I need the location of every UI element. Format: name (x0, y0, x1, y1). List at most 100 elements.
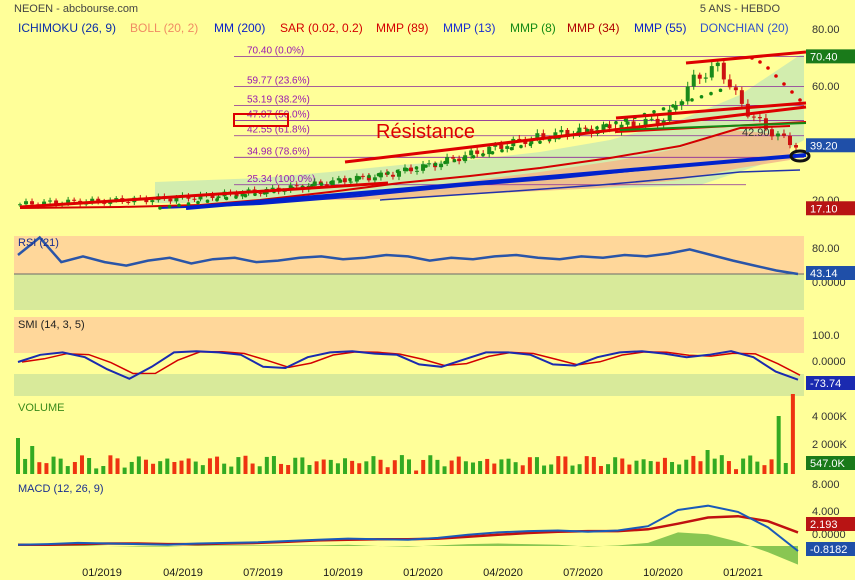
sar-dot (490, 151, 495, 155)
sar-dot (595, 126, 599, 130)
price-value-label: 39.20 (810, 140, 838, 152)
legend-item: MMP (34) (567, 21, 619, 35)
volume-bar (549, 464, 554, 474)
candle-body (342, 178, 347, 183)
x-axis-label: 10/2020 (643, 567, 683, 579)
candle-body (559, 129, 564, 133)
volume-bar (378, 459, 383, 474)
candle-body (781, 133, 786, 136)
volume-bar (442, 466, 447, 474)
sar-dot (758, 60, 762, 64)
volume-bar (534, 457, 539, 474)
volume-bar (179, 460, 184, 474)
volume-bar (726, 461, 731, 474)
volume-bar (620, 458, 625, 474)
volume-bar (613, 457, 618, 474)
volume-bar (264, 456, 269, 474)
sar-dot (177, 203, 181, 208)
sar-dot (243, 193, 248, 198)
rsi-tick-80: 80.00 (812, 243, 840, 255)
volume-bar (414, 470, 419, 474)
legend-item: MMP (8) (510, 21, 556, 35)
volume-bar (250, 463, 255, 474)
candle-body (372, 177, 377, 181)
volume-bar (499, 459, 504, 474)
volume-bar (165, 458, 170, 474)
volume-bar (563, 456, 568, 474)
price-tick-label: 60.00 (812, 81, 840, 93)
sar-dot (158, 206, 162, 210)
volume-bar (300, 457, 305, 474)
sar-dot (671, 104, 675, 108)
volume-bar (705, 450, 710, 474)
candle-body (168, 198, 173, 202)
volume-bar (222, 463, 227, 474)
volume-bar (229, 466, 234, 474)
candle-body (739, 90, 744, 104)
volume-bar (243, 455, 248, 474)
period-label: 5 ANS - HEBDO (700, 3, 781, 15)
candle-body (649, 118, 654, 120)
volume-bar (193, 461, 198, 474)
volume-bar (769, 459, 774, 474)
sar-dot (614, 120, 618, 125)
sar-dot (196, 200, 200, 205)
volume-bar (37, 462, 42, 474)
macd-signal-value: 2.193 (810, 519, 838, 531)
candle-body (751, 116, 756, 118)
x-axis-label: 01/2021 (723, 567, 763, 579)
candle-body (499, 144, 504, 149)
volume-bar (527, 457, 532, 474)
volume-bar (136, 456, 141, 474)
volume-bar (684, 459, 689, 474)
candle-body (348, 181, 353, 183)
candle-body (48, 200, 53, 202)
sar-dot (414, 166, 419, 170)
volume-bar (279, 463, 284, 474)
sar-dot (205, 199, 210, 204)
x-axis-label: 10/2019 (323, 567, 363, 579)
volume-bar (783, 462, 788, 474)
sar-dot (782, 82, 786, 86)
candle-body (691, 74, 696, 87)
sar-dot (348, 177, 352, 182)
volume-bar (293, 457, 298, 474)
candle-body (625, 121, 630, 125)
candle-body (685, 86, 690, 102)
volume-bar (677, 464, 682, 474)
sar-dot (652, 109, 656, 114)
price-value-label: 17.10 (810, 203, 838, 215)
volume-bar (364, 461, 369, 474)
legend-item: ICHIMOKU (26, 9) (18, 21, 116, 35)
candle-body (775, 133, 780, 137)
volume-bar (542, 465, 547, 474)
sar-dot (519, 144, 523, 149)
candle-body (24, 201, 29, 205)
volume-bar (520, 465, 525, 474)
volume-bar (655, 461, 660, 474)
stock-chart: NEOEN - abcbourse.com 5 ANS - HEBDO ICHI… (0, 0, 855, 580)
volume-bar (556, 456, 561, 474)
volume-bar (428, 455, 433, 474)
volume-bar (506, 458, 511, 474)
candle-body (703, 77, 708, 79)
candle-body (505, 146, 510, 149)
volume-bar (741, 458, 746, 474)
volume-bar (350, 460, 355, 474)
candle-body (258, 192, 263, 194)
smi-tick-100: 100.0 (812, 330, 840, 342)
volume-value: 547.0K (810, 458, 846, 470)
volume-bar (776, 416, 781, 474)
sar-dot (790, 90, 794, 94)
volume-bar (634, 460, 639, 474)
sar-dot (405, 167, 409, 172)
sar-dot (433, 162, 438, 167)
candle-body (457, 158, 462, 162)
sar-dot (319, 182, 324, 186)
rsi-title: RSI (21) (18, 237, 59, 249)
sar-dot (538, 140, 542, 144)
candle-body (30, 201, 35, 205)
volume-bar (129, 461, 134, 474)
candle-body (475, 150, 480, 154)
volume-bar (115, 458, 120, 474)
